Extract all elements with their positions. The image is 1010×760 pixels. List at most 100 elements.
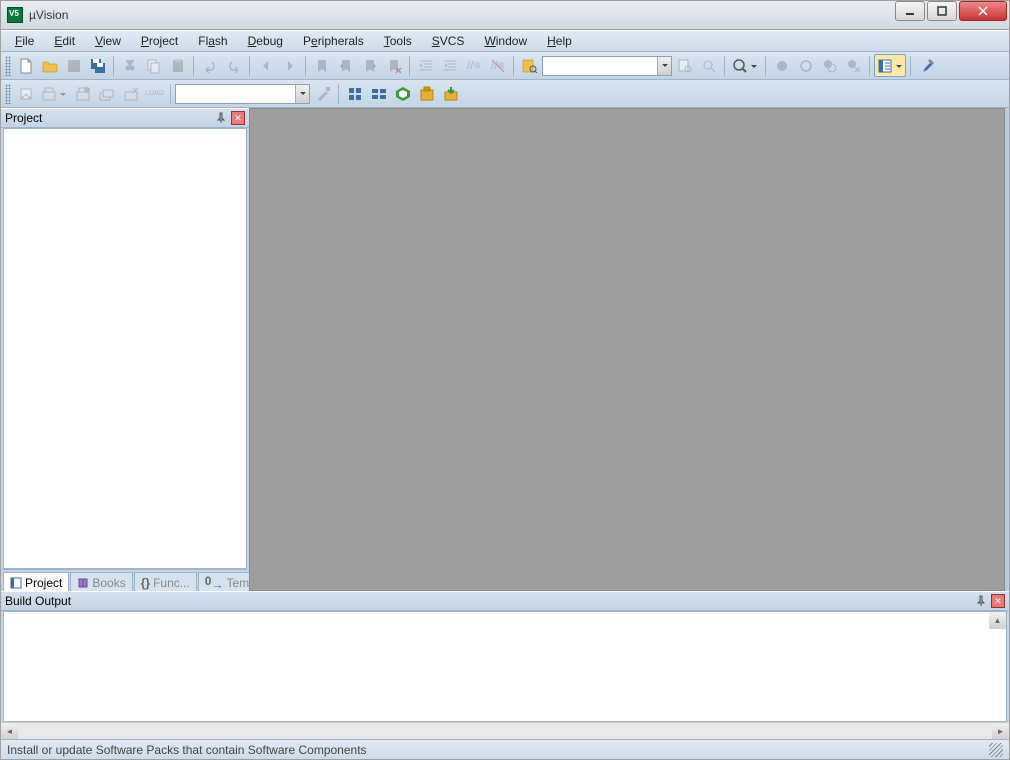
breakpoint-enable-button[interactable] xyxy=(794,54,817,77)
separator xyxy=(910,56,911,76)
redo-button[interactable] xyxy=(222,54,245,77)
menu-window[interactable]: Window xyxy=(476,32,535,50)
target-options-button[interactable] xyxy=(311,82,334,105)
window-layout-button[interactable] xyxy=(874,54,906,77)
toolbar-grip[interactable] xyxy=(5,84,11,104)
pack-installer-button[interactable] xyxy=(439,82,462,105)
main-frame: File Edit View Project Flash Debug Perip… xyxy=(0,30,1010,760)
cut-button[interactable] xyxy=(118,54,141,77)
panel-close-button[interactable]: ✕ xyxy=(991,594,1005,608)
manage-multi-project-button[interactable] xyxy=(367,82,390,105)
build-output-panel: Build Output ✕ ▲ ◄ ► xyxy=(1,591,1009,739)
scroll-up-arrow[interactable]: ▲ xyxy=(989,612,1006,629)
batch-build-button[interactable] xyxy=(95,82,118,105)
configure-button[interactable] xyxy=(915,54,938,77)
panel-close-button[interactable]: ✕ xyxy=(231,111,245,125)
target-combo[interactable] xyxy=(175,84,310,104)
close-button[interactable] xyxy=(959,1,1007,21)
status-text: Install or update Software Packs that co… xyxy=(7,743,367,757)
save-button[interactable] xyxy=(62,54,85,77)
build-output-titlebar: Build Output ✕ xyxy=(1,591,1009,611)
pin-icon[interactable] xyxy=(215,112,227,124)
bookmark-toggle-button[interactable] xyxy=(310,54,333,77)
find-combo-arrow[interactable] xyxy=(657,57,671,75)
uncomment-button[interactable]: //≡ xyxy=(486,54,509,77)
project-tab-icon xyxy=(10,577,22,589)
scroll-left-arrow[interactable]: ◄ xyxy=(1,723,18,739)
breakpoint-kill-all-button[interactable] xyxy=(842,54,865,77)
tab-books[interactable]: Books xyxy=(70,572,132,592)
open-file-button[interactable] xyxy=(38,54,61,77)
project-panel-title: Project xyxy=(5,111,42,125)
nav-back-button[interactable] xyxy=(254,54,277,77)
undo-button[interactable] xyxy=(198,54,221,77)
app-icon xyxy=(7,7,23,23)
rebuild-button[interactable] xyxy=(71,82,94,105)
separator xyxy=(724,56,725,76)
menu-edit[interactable]: Edit xyxy=(46,32,83,50)
comment-button[interactable]: //≡ xyxy=(462,54,485,77)
tab-project[interactable]: Project xyxy=(3,572,69,592)
bookmark-clear-button[interactable] xyxy=(382,54,405,77)
save-all-button[interactable] xyxy=(86,54,109,77)
build-button[interactable] xyxy=(38,82,70,105)
select-packs-button[interactable] xyxy=(415,82,438,105)
menu-tools[interactable]: Tools xyxy=(376,32,420,50)
menu-file[interactable]: File xyxy=(7,32,42,50)
separator xyxy=(305,56,306,76)
new-file-button[interactable] xyxy=(14,54,37,77)
debug-button[interactable] xyxy=(729,54,761,77)
menu-view[interactable]: View xyxy=(87,32,129,50)
find-in-files-button[interactable] xyxy=(518,54,541,77)
window-controls xyxy=(895,1,1009,29)
target-combo-arrow[interactable] xyxy=(295,85,309,103)
find-next-button[interactable] xyxy=(673,54,696,77)
tab-books-label: Books xyxy=(92,576,125,590)
menu-flash[interactable]: Flash xyxy=(190,32,235,50)
project-panel: Project ✕ Project Books {} Func... xyxy=(1,108,249,591)
project-tree[interactable] xyxy=(3,128,247,569)
menu-peripherals[interactable]: Peripherals xyxy=(295,32,372,50)
separator xyxy=(409,56,410,76)
bookmark-next-button[interactable] xyxy=(358,54,381,77)
build-output-body[interactable]: ▲ xyxy=(3,611,1007,722)
menu-svcs[interactable]: SVCS xyxy=(424,32,473,50)
stop-build-button[interactable] xyxy=(119,82,142,105)
pin-icon[interactable] xyxy=(975,595,987,607)
breakpoint-insert-button[interactable] xyxy=(770,54,793,77)
copy-button[interactable] xyxy=(142,54,165,77)
menu-help[interactable]: Help xyxy=(539,32,580,50)
download-button[interactable]: LOAD xyxy=(143,82,166,105)
nav-forward-button[interactable] xyxy=(278,54,301,77)
indent-button[interactable] xyxy=(414,54,437,77)
minimize-button[interactable] xyxy=(895,1,925,21)
toolbar-file: //≡ //≡ xyxy=(1,52,1009,80)
editor-area[interactable] xyxy=(249,108,1005,591)
separator xyxy=(869,56,870,76)
incremental-find-button[interactable] xyxy=(697,54,720,77)
paste-button[interactable] xyxy=(166,54,189,77)
file-extensions-button[interactable] xyxy=(343,82,366,105)
project-panel-tabs: Project Books {} Func... 0→ Temp... xyxy=(3,569,247,591)
tab-functions-label: Func... xyxy=(153,576,190,590)
menu-project[interactable]: Project xyxy=(133,32,186,50)
scroll-right-arrow[interactable]: ► xyxy=(992,723,1009,739)
separator xyxy=(513,56,514,76)
functions-tab-icon: {} xyxy=(141,576,150,590)
templates-tab-icon: 0→ xyxy=(205,574,224,591)
project-panel-titlebar: Project ✕ xyxy=(1,108,249,128)
toolbar-build: LOAD xyxy=(1,80,1009,108)
toolbar-grip[interactable] xyxy=(5,56,11,76)
manage-rte-button[interactable] xyxy=(391,82,414,105)
menu-debug[interactable]: Debug xyxy=(240,32,291,50)
breakpoint-disable-all-button[interactable] xyxy=(818,54,841,77)
find-combo[interactable] xyxy=(542,56,672,76)
bookmark-prev-button[interactable] xyxy=(334,54,357,77)
separator xyxy=(765,56,766,76)
unindent-button[interactable] xyxy=(438,54,461,77)
build-output-hscrollbar[interactable]: ◄ ► xyxy=(1,722,1009,739)
tab-functions[interactable]: {} Func... xyxy=(134,572,197,592)
maximize-button[interactable] xyxy=(927,1,957,21)
translate-button[interactable] xyxy=(14,82,37,105)
resize-grip[interactable] xyxy=(989,743,1003,757)
